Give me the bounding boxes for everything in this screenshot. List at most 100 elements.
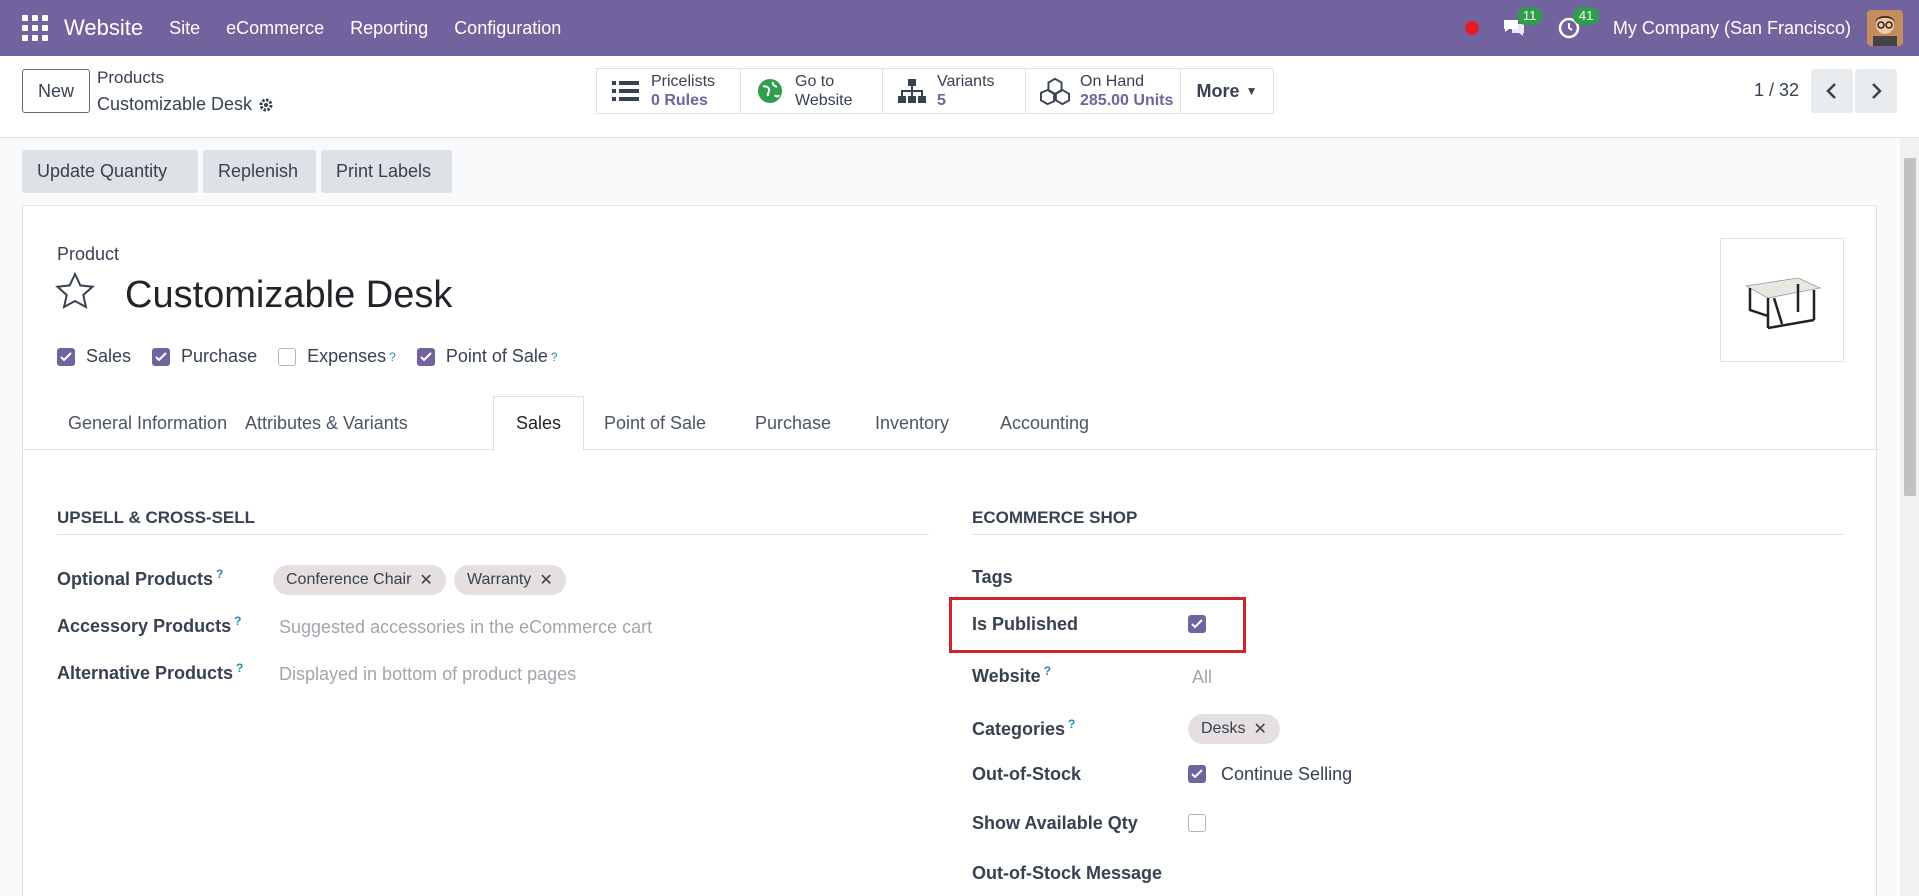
cubes-icon — [1040, 76, 1070, 106]
update-quantity-button[interactable]: Update Quantity — [22, 150, 198, 193]
product-image[interactable] — [1720, 238, 1844, 362]
go-to-label: Go to — [795, 73, 835, 90]
form-tabs: General Information Attributes & Variant… — [23, 396, 1878, 451]
help-icon[interactable]: ? — [389, 350, 396, 364]
user-avatar[interactable] — [1867, 10, 1903, 46]
accessory-products-input[interactable]: Suggested accessories in the eCommerce c… — [279, 617, 652, 638]
pager-next-button[interactable] — [1855, 69, 1897, 113]
activity-count-badge: 41 — [1572, 7, 1600, 25]
alternative-products-input[interactable]: Displayed in bottom of product pages — [279, 664, 576, 685]
chevron-right-icon — [1872, 83, 1882, 99]
product-flags-row: Sales Purchase Expenses ? Point of Sale … — [57, 346, 558, 367]
continue-selling-checkbox[interactable] — [1188, 765, 1206, 783]
help-icon[interactable]: ? — [1068, 717, 1075, 731]
check-icon — [1191, 769, 1203, 779]
apps-menu-icon[interactable] — [22, 15, 48, 41]
category-tag: Desks ✕ — [1188, 714, 1280, 744]
website-label: Website — [795, 92, 853, 109]
product-label: Product — [57, 244, 120, 264]
pricelists-smart-button[interactable]: Pricelists 0 Rules — [596, 68, 741, 114]
product-form-sheet: Product Customizable Desk Sales Purchase… — [22, 205, 1878, 896]
go-to-website-smart-button[interactable]: Go to Website — [740, 68, 883, 114]
sales-label: Sales — [86, 346, 132, 366]
tab-inventory[interactable]: Inventory — [853, 396, 971, 450]
sales-checkbox[interactable] — [57, 347, 75, 366]
new-button[interactable]: New — [22, 69, 90, 113]
help-icon[interactable]: ? — [236, 661, 243, 675]
purchase-label: Purchase — [181, 346, 258, 366]
chevron-left-icon — [1826, 83, 1836, 99]
breadcrumb-products[interactable]: Products — [97, 68, 164, 88]
more-dropdown-button[interactable]: More ▼ — [1180, 68, 1274, 114]
remove-tag-icon[interactable]: ✕ — [1253, 719, 1266, 739]
optional-products-label: Optional Products? — [57, 567, 223, 590]
pager-value[interactable]: 1 / 32 — [1754, 80, 1799, 101]
favorite-star-icon[interactable] — [55, 271, 95, 315]
tab-purchase[interactable]: Purchase — [733, 396, 853, 450]
help-icon[interactable]: ? — [234, 614, 241, 628]
expenses-label: Expenses — [307, 346, 387, 366]
breadcrumb-current: Customizable Desk — [97, 94, 274, 115]
gear-icon[interactable] — [258, 97, 274, 113]
variants-value: 5 — [937, 92, 946, 109]
replenish-button[interactable]: Replenish — [203, 150, 316, 193]
product-name-field[interactable]: Customizable Desk — [125, 274, 452, 317]
website-input[interactable]: All — [1192, 667, 1212, 688]
optional-product-tag: Warranty ✕ — [454, 565, 566, 595]
ecommerce-section-title: ECOMMERCE SHOP — [972, 508, 1844, 535]
record-indicator-icon[interactable] — [1464, 21, 1479, 35]
tab-point-of-sale[interactable]: Point of Sale — [582, 396, 728, 450]
on-hand-smart-button[interactable]: On Hand 285.00 Units — [1025, 68, 1181, 114]
check-icon — [420, 351, 432, 361]
variants-smart-button[interactable]: Variants 5 — [882, 68, 1026, 114]
optional-product-tag: Conference Chair ✕ — [273, 565, 446, 595]
variants-label: Variants — [937, 73, 995, 90]
tab-accounting[interactable]: Accounting — [978, 396, 1111, 450]
categories-label: Categories? — [972, 717, 1075, 740]
scrollbar-thumb[interactable] — [1904, 158, 1916, 496]
website-label: Website? — [972, 664, 1051, 687]
activity-clock-icon[interactable]: 41 — [1557, 7, 1600, 41]
pricelists-value: 0 Rules — [651, 92, 708, 109]
out-of-stock-message-label: Out-of-Stock Message — [972, 863, 1163, 883]
page-scrollbar[interactable] — [1900, 138, 1919, 896]
on-hand-label: On Hand — [1080, 73, 1145, 90]
app-brand[interactable]: Website — [64, 15, 143, 41]
pos-checkbox[interactable] — [416, 347, 435, 366]
remove-tag-icon[interactable]: ✕ — [419, 570, 432, 590]
help-icon[interactable]: ? — [551, 350, 558, 364]
control-panel: New Products Customizable Desk Pricelist… — [0, 56, 1919, 138]
tab-attributes-variants[interactable]: Attributes & Variants — [223, 396, 430, 450]
check-icon — [155, 351, 167, 361]
print-labels-button[interactable]: Print Labels — [321, 150, 452, 193]
accessory-products-label: Accessory Products? — [57, 614, 241, 637]
accessory-products-text: Accessory Products — [57, 616, 232, 636]
remove-tag-icon[interactable]: ✕ — [539, 570, 552, 590]
menu-site[interactable]: Site — [169, 18, 200, 39]
expenses-checkbox[interactable] — [278, 347, 297, 366]
tag-label: Conference Chair — [286, 571, 412, 588]
menu-configuration[interactable]: Configuration — [454, 18, 561, 39]
menu-ecommerce[interactable]: eCommerce — [226, 18, 324, 39]
tag-label: Warranty — [467, 571, 532, 588]
purchase-checkbox[interactable] — [152, 347, 171, 366]
tab-general-information[interactable]: General Information — [46, 396, 249, 450]
show-available-qty-checkbox[interactable] — [1188, 814, 1206, 832]
caret-down-icon: ▼ — [1245, 84, 1258, 98]
website-label-text: Website — [972, 666, 1041, 686]
chat-icon[interactable]: 11 — [1501, 7, 1543, 41]
breadcrumb-current-label: Customizable Desk — [97, 94, 253, 114]
company-switcher[interactable]: My Company (San Francisco) — [1613, 18, 1851, 39]
more-label: More — [1196, 80, 1240, 101]
pager-previous-button[interactable] — [1811, 69, 1853, 113]
tag-label: Desks — [1201, 720, 1246, 737]
help-icon[interactable]: ? — [1044, 664, 1051, 678]
pricelists-label: Pricelists — [651, 73, 716, 90]
tab-sales[interactable]: Sales — [493, 396, 585, 451]
show-available-qty-label: Show Available Qty — [972, 813, 1138, 833]
chat-count-badge: 11 — [1516, 7, 1543, 25]
menu-reporting[interactable]: Reporting — [350, 18, 428, 39]
help-icon[interactable]: ? — [216, 567, 223, 581]
pos-label: Point of Sale — [445, 346, 548, 366]
globe-icon — [755, 76, 785, 106]
